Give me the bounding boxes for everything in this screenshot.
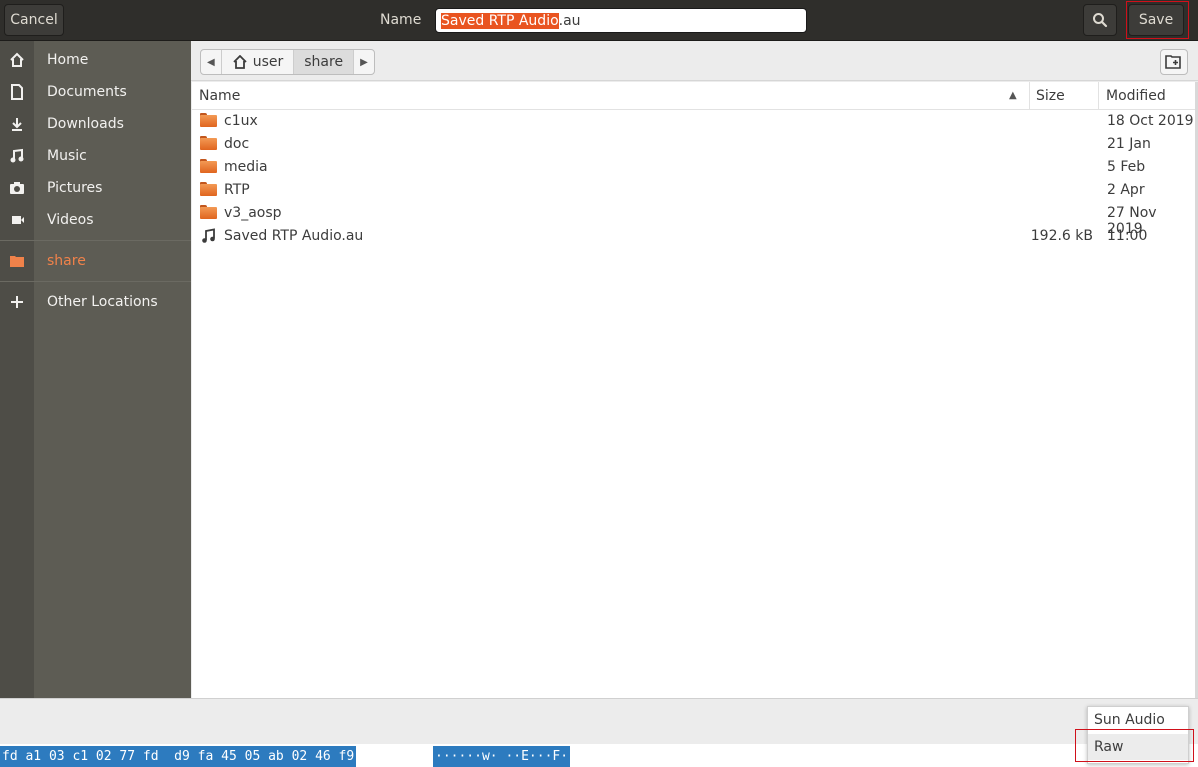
home-icon bbox=[233, 55, 247, 69]
file-list: Name ▲ Size Modified c1ux 18 Oct 2019 do… bbox=[192, 82, 1195, 698]
folder-icon bbox=[200, 113, 217, 128]
header-bar: Cancel Name Saved RTP Audio .au Save bbox=[0, 0, 1198, 41]
path-crumb-user[interactable]: user bbox=[222, 50, 295, 74]
filename-extension: .au bbox=[558, 12, 581, 29]
file-row-v3-aosp[interactable]: v3_aosp 27 Nov 2019 bbox=[192, 202, 1195, 237]
search-button[interactable] bbox=[1083, 4, 1117, 36]
file-modified: 11:00 bbox=[1107, 228, 1148, 244]
folder-icon bbox=[200, 182, 217, 197]
path-crumb-label: user bbox=[252, 54, 284, 70]
column-header-name[interactable]: Name bbox=[199, 88, 240, 104]
filename-selected-text: Saved RTP Audio bbox=[441, 12, 559, 29]
sidebar-item-label: Other Locations bbox=[47, 294, 158, 310]
folder-icon bbox=[0, 253, 34, 269]
sidebar-item-label: Videos bbox=[47, 212, 94, 228]
column-separator bbox=[1029, 82, 1030, 110]
file-row-saved-rtp-audio[interactable]: Saved RTP Audio.au 192.6 kB 11:00 bbox=[192, 225, 1195, 248]
path-bar-area: ◀ user share ▶ bbox=[191, 41, 1198, 81]
file-name: Saved RTP Audio.au bbox=[224, 228, 364, 244]
save-button[interactable]: Save bbox=[1128, 4, 1184, 36]
path-back-button[interactable]: ◀ bbox=[201, 50, 222, 74]
sidebar-item-music[interactable]: Music bbox=[0, 140, 191, 172]
path-crumb-label: share bbox=[304, 54, 344, 70]
plus-icon bbox=[0, 295, 34, 309]
sidebar-item-label: Pictures bbox=[47, 180, 103, 196]
file-row-doc[interactable]: doc 21 Jan bbox=[192, 133, 1195, 156]
column-header-modified[interactable]: Modified bbox=[1106, 88, 1166, 104]
file-name: doc bbox=[224, 136, 250, 152]
sidebar-separator bbox=[0, 281, 191, 282]
path-crumb-share[interactable]: share bbox=[294, 50, 355, 74]
file-modified: 2 Apr bbox=[1107, 182, 1145, 198]
file-size: 192.6 kB bbox=[1030, 228, 1093, 244]
folder-icon bbox=[200, 136, 217, 151]
file-type-bar bbox=[0, 698, 1198, 744]
path-forward-button[interactable]: ▶ bbox=[354, 50, 374, 74]
file-name: c1ux bbox=[224, 113, 258, 129]
sidebar-item-pictures[interactable]: Pictures bbox=[0, 172, 191, 204]
name-label: Name bbox=[380, 12, 422, 28]
sort-ascending-icon: ▲ bbox=[1009, 90, 1017, 101]
hex-dump-strip: fd a1 03 c1 02 77 fd d9 fa 45 05 ab 02 4… bbox=[0, 744, 1198, 767]
file-modified: 5 Feb bbox=[1107, 159, 1146, 175]
file-modified: 18 Oct 2019 bbox=[1107, 113, 1194, 129]
hex-ascii: ······w· ··E···F· bbox=[433, 746, 571, 767]
download-icon bbox=[0, 116, 34, 132]
file-row-c1ux[interactable]: c1ux 18 Oct 2019 bbox=[192, 110, 1195, 133]
sidebar-item-share[interactable]: share bbox=[0, 245, 191, 277]
column-separator bbox=[1098, 82, 1099, 110]
file-modified: 21 Jan bbox=[1107, 136, 1151, 152]
file-name: media bbox=[224, 159, 268, 175]
new-folder-icon bbox=[1165, 55, 1181, 69]
sidebar-item-label: Music bbox=[47, 148, 87, 164]
format-option-sun-audio[interactable]: Sun Audio bbox=[1088, 707, 1188, 733]
new-folder-button[interactable] bbox=[1160, 49, 1188, 75]
breadcrumb: ◀ user share ▶ bbox=[200, 49, 375, 75]
music-file-icon bbox=[200, 228, 217, 243]
sidebar-item-downloads[interactable]: Downloads bbox=[0, 108, 191, 140]
file-name: RTP bbox=[224, 182, 250, 198]
folder-icon bbox=[200, 159, 217, 174]
file-format-popup: Sun Audio Raw bbox=[1087, 706, 1189, 764]
camera-icon bbox=[0, 180, 34, 196]
file-row-media[interactable]: media 5 Feb bbox=[192, 156, 1195, 179]
search-icon bbox=[1093, 13, 1108, 28]
file-row-rtp[interactable]: RTP 2 Apr bbox=[192, 179, 1195, 202]
sidebar-item-label: share bbox=[47, 253, 86, 269]
cancel-button[interactable]: Cancel bbox=[4, 4, 64, 36]
document-icon bbox=[0, 84, 34, 100]
folder-icon bbox=[200, 205, 217, 220]
file-list-header: Name ▲ Size Modified bbox=[192, 82, 1195, 110]
sidebar-item-label: Documents bbox=[47, 84, 127, 100]
sidebar-item-other-locations[interactable]: Other Locations bbox=[0, 286, 191, 318]
places-sidebar: Home Documents Downloads Music Pictures … bbox=[0, 41, 191, 698]
format-option-raw[interactable]: Raw bbox=[1088, 734, 1188, 760]
sidebar-separator bbox=[0, 240, 191, 241]
home-icon bbox=[0, 52, 34, 68]
hex-bytes: fd a1 03 c1 02 77 fd d9 fa 45 05 ab 02 4… bbox=[0, 746, 357, 767]
sidebar-item-videos[interactable]: Videos bbox=[0, 204, 191, 236]
file-name: v3_aosp bbox=[224, 205, 282, 221]
sidebar-item-home[interactable]: Home bbox=[0, 44, 191, 76]
sidebar-item-documents[interactable]: Documents bbox=[0, 76, 191, 108]
music-icon bbox=[0, 148, 34, 164]
column-header-size[interactable]: Size bbox=[1036, 88, 1065, 104]
sidebar-item-label: Home bbox=[47, 52, 89, 68]
video-icon bbox=[0, 212, 34, 228]
sidebar-item-label: Downloads bbox=[47, 116, 124, 132]
filename-input[interactable]: Saved RTP Audio .au bbox=[435, 8, 807, 33]
